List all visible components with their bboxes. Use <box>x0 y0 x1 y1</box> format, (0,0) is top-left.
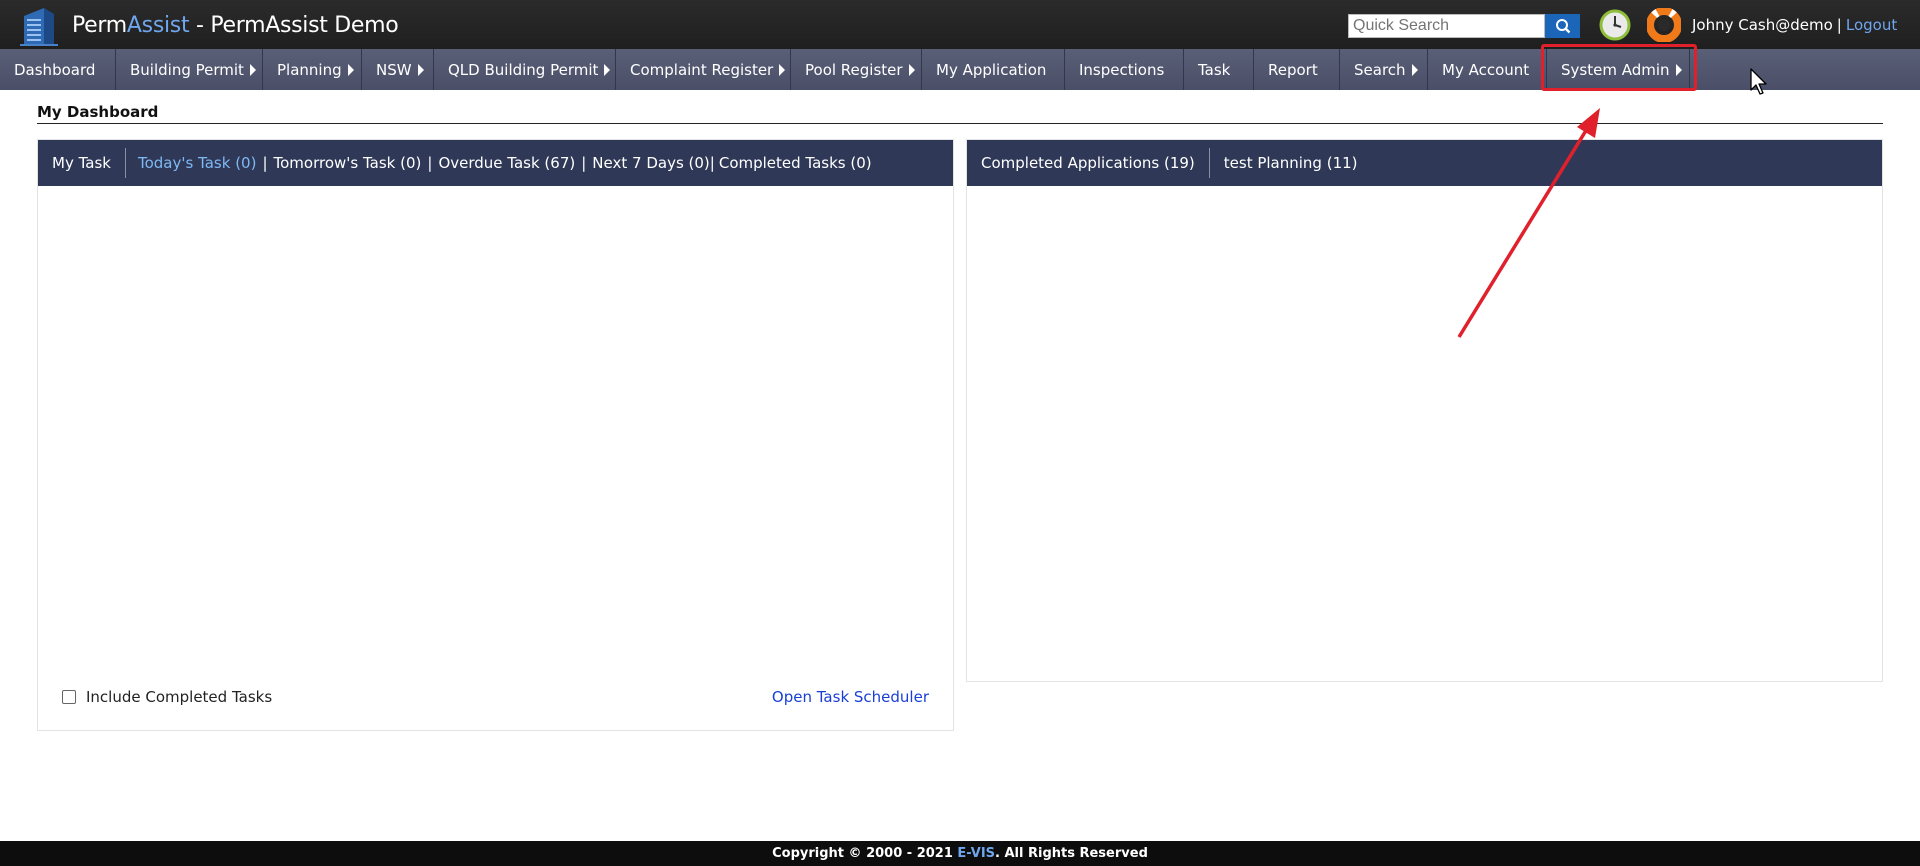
nav-item-task[interactable]: Task <box>1184 49 1254 90</box>
include-completed-label: Include Completed Tasks <box>86 688 273 706</box>
applications-panel-header: Completed Applications (19) test Plannin… <box>967 140 1882 186</box>
nav-label: System Admin <box>1561 60 1670 79</box>
nav-item-pool-register[interactable]: Pool Register <box>791 49 922 90</box>
annotation-arrow-icon <box>1457 108 1600 338</box>
app-title: PermAssist - PermAssist Demo <box>72 13 399 38</box>
tab-separator: | <box>581 154 587 172</box>
nav-item-dashboard[interactable]: Dashboard <box>0 49 116 90</box>
nav-label: My Application <box>936 60 1047 79</box>
tab-completed-tasks[interactable]: Completed Tasks (0) <box>719 154 872 172</box>
task-panel-header: My Task Today's Task (0) | Tomorrow's Ta… <box>38 140 953 186</box>
tab-next-7-days[interactable]: Next 7 Days (0) <box>592 154 709 172</box>
quick-search-input[interactable] <box>1348 14 1545 38</box>
tab-separator: | <box>427 154 433 172</box>
open-task-scheduler-link[interactable]: Open Task Scheduler <box>772 688 929 706</box>
building-logo-icon <box>20 8 58 46</box>
nav-item-nsw[interactable]: NSW <box>362 49 434 90</box>
brand-part2: Assist <box>126 13 190 38</box>
nav-label: Building Permit <box>130 60 244 79</box>
tab-todays-task[interactable]: Today's Task (0) <box>138 154 256 172</box>
nav-item-building-permit[interactable]: Building Permit <box>116 49 263 90</box>
nav-label: Search <box>1354 60 1406 79</box>
my-task-panel: My Task Today's Task (0) | Tomorrow's Ta… <box>37 139 954 731</box>
nav-label: Complaint Register <box>630 60 774 79</box>
submenu-arrow-icon <box>604 63 611 76</box>
submenu-arrow-icon <box>1675 63 1682 76</box>
tab-overdue-task[interactable]: Overdue Task (67) <box>438 154 575 172</box>
task-tabs: Today's Task (0) | Tomorrow's Task (0) |… <box>126 154 872 172</box>
logout-link[interactable]: Logout <box>1846 16 1897 34</box>
include-completed-checkbox[interactable] <box>62 690 76 704</box>
tab-completed-applications[interactable]: Completed Applications (19) <box>967 148 1210 178</box>
nav-item-system-admin[interactable]: System Admin <box>1547 49 1690 90</box>
nav-label: Inspections <box>1079 60 1165 79</box>
rights-text: . All Rights Reserved <box>995 846 1148 861</box>
submenu-arrow-icon <box>249 63 256 76</box>
brand-part1: Perm <box>72 13 127 38</box>
page-title: My Dashboard <box>37 103 159 121</box>
submenu-arrow-icon <box>347 63 354 76</box>
copyright-text: Copyright © 2000 - 2021 <box>772 846 958 861</box>
my-task-heading: My Task <box>38 148 126 178</box>
nav-item-complaint-register[interactable]: Complaint Register <box>616 49 791 90</box>
nav-item-my-account[interactable]: My Account <box>1428 49 1547 90</box>
tab-tomorrows-task[interactable]: Tomorrow's Task (0) <box>274 154 422 172</box>
nav-label: My Account <box>1442 60 1530 79</box>
tab-test-planning[interactable]: test Planning (11) <box>1210 148 1372 178</box>
brand-demo-name: - PermAssist Demo <box>189 13 399 38</box>
nav-label: NSW <box>376 60 412 79</box>
clock-icon[interactable] <box>1598 8 1632 42</box>
mouse-cursor-icon <box>1750 68 1767 95</box>
nav-item-planning[interactable]: Planning <box>263 49 362 90</box>
footer: Copyright © 2000 - 2021 E-VIS. All Right… <box>0 841 1920 866</box>
tab-separator: | <box>262 154 268 172</box>
nav-item-report[interactable]: Report <box>1254 49 1340 90</box>
user-info: Johny Cash@demo | Logout <box>1692 16 1897 34</box>
user-separator: | <box>1836 16 1842 34</box>
nav-label: Pool Register <box>805 60 903 79</box>
nav-label: Report <box>1268 60 1318 79</box>
include-completed-option[interactable]: Include Completed Tasks <box>62 688 272 706</box>
nav-item-search[interactable]: Search <box>1340 49 1428 90</box>
nav-label: QLD Building Permit <box>448 60 599 79</box>
submenu-arrow-icon <box>908 63 915 76</box>
user-name: Johny Cash@demo <box>1692 16 1833 34</box>
help-lifebuoy-icon[interactable] <box>1647 8 1681 42</box>
nav-item-qld-building-permit[interactable]: QLD Building Permit <box>434 49 616 90</box>
submenu-arrow-icon <box>417 63 424 76</box>
company-link[interactable]: E-VIS <box>957 846 995 861</box>
nav-label: Planning <box>277 60 342 79</box>
main-nav: Dashboard Building Permit Planning NSW Q… <box>0 49 1920 90</box>
tab-separator: | <box>709 154 715 172</box>
nav-item-my-application[interactable]: My Application <box>922 49 1065 90</box>
nav-label: Task <box>1198 60 1231 79</box>
nav-label: Dashboard <box>14 60 96 79</box>
top-header: PermAssist - PermAssist Demo Johny Cash@… <box>0 0 1920 49</box>
nav-item-inspections[interactable]: Inspections <box>1065 49 1184 90</box>
submenu-arrow-icon <box>1411 63 1418 76</box>
search-icon <box>1556 19 1571 34</box>
quick-search-button[interactable] <box>1545 14 1580 38</box>
submenu-arrow-icon <box>779 63 786 76</box>
applications-panel: Completed Applications (19) test Plannin… <box>966 139 1883 682</box>
